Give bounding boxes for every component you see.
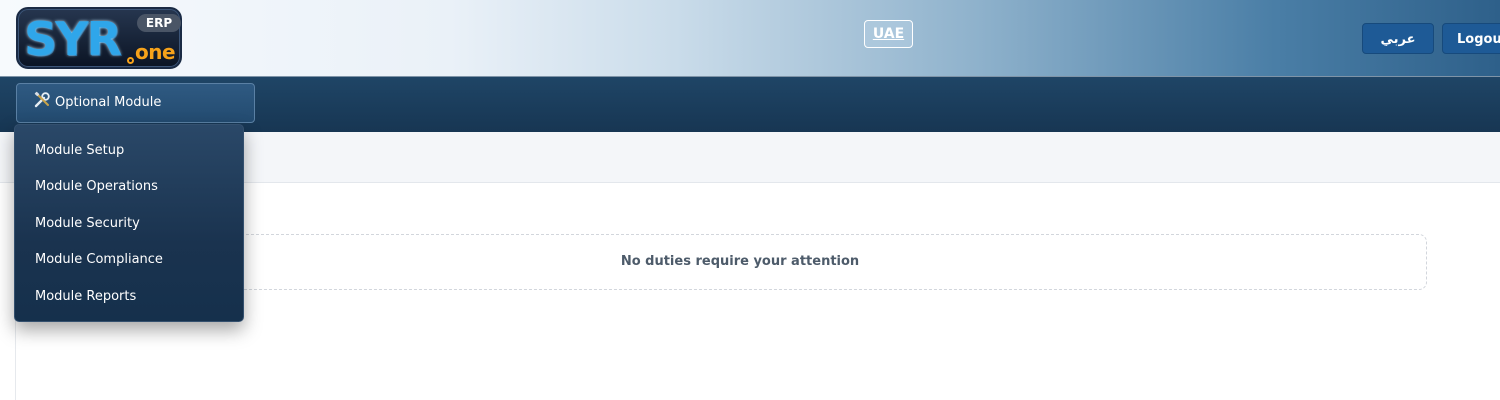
logo-wordmark: SYR [24, 12, 122, 66]
logo-suffix: one [135, 40, 176, 64]
menu-item-module-compliance[interactable]: Module Compliance [15, 242, 243, 278]
empty-duties-message: No duties require your attention [620, 254, 860, 269]
optional-module-administration-menu[interactable]: Optional Module Administration [16, 83, 255, 148]
logo-dot [127, 57, 134, 64]
menu-item-module-operations[interactable]: Module Operations [15, 169, 243, 205]
arabic-language-button[interactable]: عربي [1362, 23, 1434, 54]
logout-button[interactable]: Logout [1442, 23, 1500, 54]
syr-one-erp-logo[interactable]: SYR ERP one [16, 7, 182, 69]
duties-empty-state: No duties require your attention [53, 234, 1427, 290]
region-link-uae[interactable]: UAE [864, 20, 913, 48]
menu-item-module-security[interactable]: Module Security [15, 206, 243, 242]
module-dropdown-menu: Module Setup Module Operations Module Se… [14, 124, 244, 322]
menu-item-module-reports[interactable]: Module Reports [15, 279, 243, 315]
menu-item-module-setup[interactable]: Module Setup [15, 133, 243, 169]
app-header: SYR ERP one UAE عربي Logout [0, 0, 1500, 77]
tools-icon [33, 87, 51, 108]
logo-erp-badge: ERP [137, 14, 181, 32]
